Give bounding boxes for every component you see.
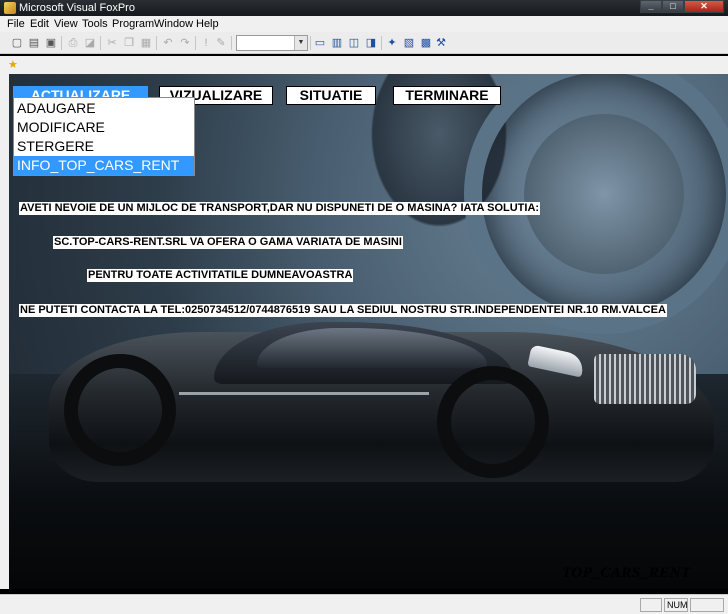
dropdown-item-stergere[interactable]: STERGERE (14, 137, 194, 156)
menu-button-situatie[interactable]: SITUATIE (286, 86, 376, 105)
title-bar: Microsoft Visual FoxPro _ □ ✕ (0, 0, 728, 16)
window-title: Microsoft Visual FoxPro (19, 2, 135, 14)
status-panel (640, 598, 662, 612)
chevron-down-icon[interactable]: ▼ (294, 36, 307, 50)
maximize-button[interactable]: □ (662, 0, 684, 13)
car-rear-wheel-image (64, 354, 176, 466)
standard-toolbar: ▢ ▤ ▣ ⎙ ◪ ✂ ❐ ▦ ↶ ↷ ! ✎ ▭ ▥ ◫ ◨ ✦ ▧ ▩ ⚒ (0, 32, 728, 54)
redo-icon[interactable]: ↷ (178, 36, 192, 50)
save-icon[interactable]: ▣ (44, 36, 58, 50)
info-line-2: SC.TOP-CARS-RENT.SRL VA OFERA O GAMA VAR… (53, 236, 403, 249)
paste-icon[interactable]: ▦ (139, 36, 153, 50)
form-icon: ★ (8, 59, 18, 71)
toolbar-combo[interactable]: ▼ (236, 35, 308, 51)
menu-window[interactable]: Window (154, 18, 193, 30)
toolbox-icon[interactable]: ▧ (402, 36, 416, 50)
dropdown-item-adaugare[interactable]: ADAUGARE (14, 99, 194, 118)
copy-icon[interactable]: ❐ (122, 36, 136, 50)
form-title-strip (0, 56, 728, 74)
task-pane-icon[interactable]: ▩ (419, 36, 433, 50)
status-panel (690, 598, 724, 612)
car-grille-image (594, 354, 696, 404)
open-folder-icon[interactable]: ▤ (27, 36, 41, 50)
toolbar-separator (195, 36, 196, 50)
close-button[interactable]: ✕ (684, 0, 724, 13)
database-designer-icon[interactable]: ◫ (347, 36, 361, 50)
print-preview-icon[interactable]: ◪ (83, 36, 97, 50)
toolbar-separator (381, 36, 382, 50)
dropdown-item-info-top-cars-rent[interactable]: INFO_TOP_CARS_RENT (14, 156, 194, 175)
window-controls: _ □ ✕ (640, 0, 724, 14)
toolbar-separator (231, 36, 232, 50)
new-file-icon[interactable]: ▢ (10, 36, 24, 50)
cut-icon[interactable]: ✂ (105, 36, 119, 50)
run-icon[interactable]: ! (199, 36, 213, 50)
modify-form-icon[interactable]: ✎ (214, 36, 228, 50)
toolbar-separator (310, 36, 311, 50)
report-preview-icon[interactable]: ◨ (364, 36, 378, 50)
info-line-1: AVETI NEVOIE DE UN MIJLOC DE TRANSPORT,D… (19, 202, 541, 215)
print-icon[interactable]: ⎙ (66, 36, 80, 50)
info-line-4: NE PUTETI CONTACTA LA TEL:0250734512/074… (19, 304, 667, 317)
code-references-icon[interactable]: ✦ (385, 36, 399, 50)
menu-button-terminare[interactable]: TERMINARE (393, 86, 501, 105)
menu-view[interactable]: View (54, 18, 78, 30)
actualizare-dropdown: ADAUGARE MODIFICARE STERGERE INFO_TOP_CA… (13, 97, 195, 176)
menu-edit[interactable]: Edit (30, 18, 49, 30)
menu-file[interactable]: File (7, 18, 25, 30)
foxpro-app-icon (4, 2, 16, 14)
toolbar-separator (100, 36, 101, 50)
dropdown-item-modificare[interactable]: MODIFICARE (14, 118, 194, 137)
data-session-icon[interactable]: ▥ (330, 36, 344, 50)
toolbar-separator (156, 36, 157, 50)
car-trim-image (179, 392, 429, 395)
toolbar-separator (61, 36, 62, 50)
undo-icon[interactable]: ↶ (161, 36, 175, 50)
window-frame-left (0, 74, 9, 589)
info-line-3: PENTRU TOATE ACTIVITATILE DUMNEAVOASTRA (87, 269, 354, 282)
menu-help[interactable]: Help (196, 18, 219, 30)
car-front-wheel-image (437, 366, 549, 478)
menu-program[interactable]: Program (112, 18, 154, 30)
menu-bar: File Edit View Tools Program Window Help (0, 16, 728, 32)
num-lock-indicator: NUM (664, 598, 688, 612)
minimize-button[interactable]: _ (640, 0, 662, 13)
status-bar: NUM (0, 594, 728, 614)
brand-label: TOP_CARS_RENT (562, 565, 691, 581)
menu-tools[interactable]: Tools (82, 18, 108, 30)
background-hub-graphic (524, 114, 684, 274)
command-window-icon[interactable]: ▭ (313, 36, 327, 50)
tools-icon[interactable]: ⚒ (434, 36, 448, 50)
